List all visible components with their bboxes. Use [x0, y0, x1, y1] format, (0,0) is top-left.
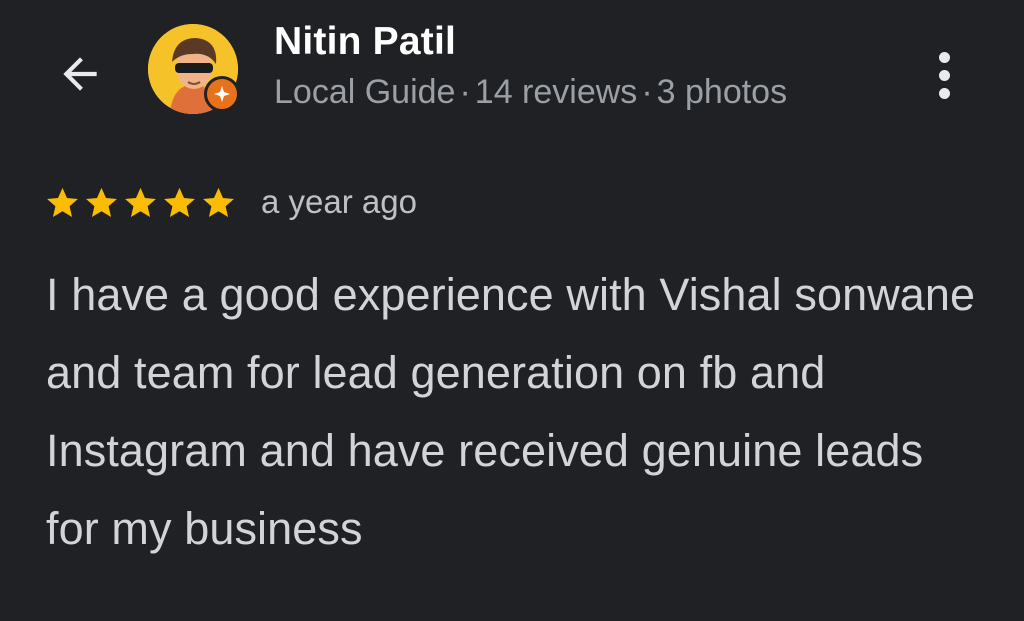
sparkle-star-icon	[213, 85, 231, 103]
reviewer-name[interactable]: Nitin Patil	[274, 20, 456, 64]
star-icon	[86, 187, 117, 217]
arrow-back-icon	[63, 57, 97, 91]
reviewer-meta: Local Guide · 14 reviews · 3 photos	[274, 73, 787, 112]
review-text: I have a good experience with Vishal son…	[46, 269, 976, 554]
star-rating	[44, 184, 237, 221]
reviews-count: 14 reviews	[474, 73, 638, 111]
back-button[interactable]	[50, 44, 110, 104]
photos-count: 3 photos	[656, 73, 788, 111]
rating-row: a year ago	[44, 180, 417, 224]
star-icon	[164, 187, 195, 217]
star-icon	[203, 187, 234, 217]
more-vert-icon	[938, 51, 950, 63]
star-icon	[125, 187, 156, 217]
more-vert-dot	[938, 69, 950, 81]
meta-separator: ·	[641, 73, 653, 111]
local-guide-badge	[204, 76, 240, 112]
reviewer-avatar[interactable]	[148, 24, 240, 116]
review-time: a year ago	[261, 183, 417, 220]
review-header: Nitin Patil Local Guide · 14 reviews · 3 pho…	[0, 0, 1024, 150]
meta-separator: ·	[459, 73, 471, 111]
star-icon	[47, 187, 78, 217]
more-options-button[interactable]	[918, 40, 970, 110]
local-guide-label: Local Guide	[274, 73, 456, 111]
more-vert-dot	[938, 87, 950, 99]
